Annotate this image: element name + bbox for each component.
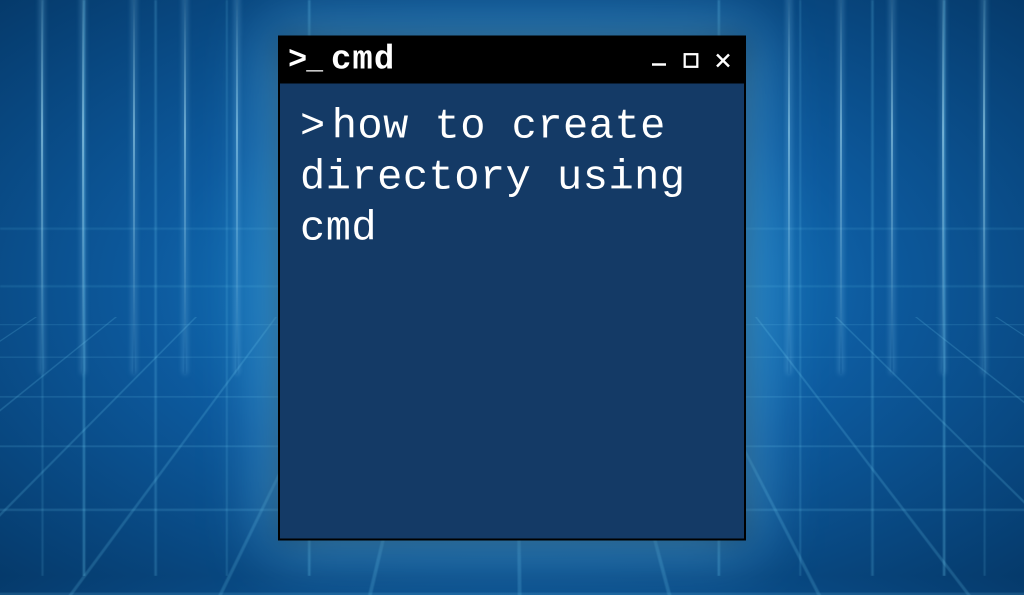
terminal-body[interactable]: >how to create directory using cmd xyxy=(280,84,744,274)
window-controls xyxy=(648,50,734,72)
prompt-symbol: > xyxy=(300,103,326,151)
window-title: cmd xyxy=(331,42,638,80)
maximize-icon[interactable] xyxy=(680,50,702,72)
titlebar[interactable]: >_ cmd xyxy=(280,38,744,84)
terminal-content: how to create directory using cmd xyxy=(300,103,686,253)
close-icon[interactable] xyxy=(712,50,734,72)
prompt-icon: >_ xyxy=(288,45,321,77)
minimize-icon[interactable] xyxy=(648,50,670,72)
terminal-window: >_ cmd >how to create directory using cm… xyxy=(278,36,746,541)
